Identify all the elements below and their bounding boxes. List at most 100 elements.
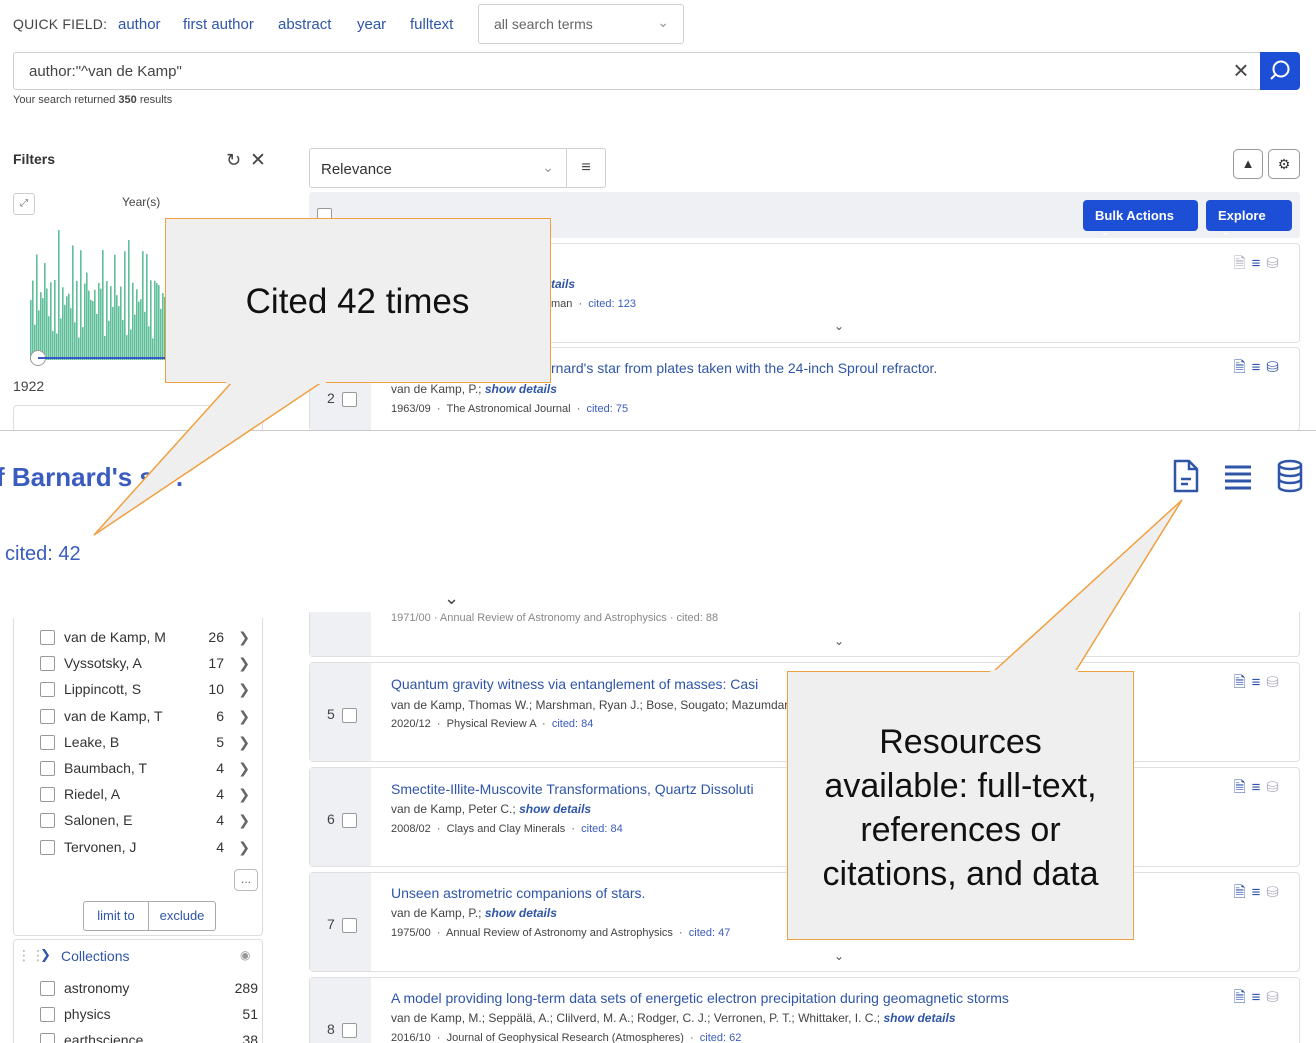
references-icon[interactable] <box>1223 462 1253 490</box>
chevron-right-icon[interactable]: ❯ <box>238 681 250 698</box>
data-icon[interactable]: ⛁ <box>1266 359 1285 376</box>
facet-count: 5 <box>216 733 224 750</box>
chevron-right-icon[interactable]: ❯ <box>238 629 250 646</box>
quick-field-year[interactable]: year <box>357 16 386 33</box>
full-text-icon[interactable]: 🗎 <box>1234 359 1252 376</box>
quick-field-label: QUICK FIELD: <box>13 16 108 32</box>
result-checkbox[interactable] <box>341 812 357 828</box>
facet-checkbox[interactable] <box>40 1033 55 1043</box>
limit-to-button[interactable]: limit to <box>83 901 149 931</box>
facet-checkbox[interactable] <box>40 813 55 829</box>
result-title[interactable]: rnard's star from plates taken with the … <box>551 360 937 376</box>
search-input[interactable]: author:"^van de Kamp" <box>13 52 1260 90</box>
sort-direction-button[interactable]: ≡ <box>566 148 606 188</box>
expand-chevron-icon[interactable]: ⌄ <box>834 634 844 648</box>
chevron-right-icon[interactable]: ❯ <box>238 812 250 829</box>
year-histogram[interactable] <box>30 225 170 360</box>
quick-field-first-author[interactable]: first author <box>183 16 254 33</box>
facet-checkbox[interactable] <box>40 1007 55 1022</box>
result-checkbox[interactable] <box>341 917 357 933</box>
facet-checkbox[interactable] <box>40 708 55 724</box>
full-text-icon[interactable] <box>1172 459 1200 493</box>
facet-checkbox[interactable] <box>40 656 55 672</box>
eye-icon[interactable]: ◉ <box>240 948 250 962</box>
citation-count[interactable]: cited: 123 <box>588 298 636 310</box>
full-text-icon[interactable]: 🗎 <box>1234 989 1252 1006</box>
chevron-right-icon[interactable]: ❯ <box>238 786 250 803</box>
facet-checkbox[interactable] <box>40 839 55 855</box>
show-details-link[interactable]: show details <box>485 382 557 396</box>
histogram-bar <box>70 308 72 360</box>
show-details-link[interactable]: tails <box>551 277 575 291</box>
settings-button[interactable]: ⚙ <box>1268 149 1300 179</box>
references-icon[interactable]: ≡ <box>1252 779 1267 796</box>
citation-count[interactable]: cited: 62 <box>700 1032 742 1043</box>
show-details-link[interactable]: show details <box>485 906 557 920</box>
result-checkbox[interactable] <box>341 707 357 723</box>
chevron-right-icon[interactable]: ❯ <box>238 708 250 725</box>
zoomed-result-title[interactable]: f Barnard's s. <box>0 462 183 493</box>
chevron-right-icon[interactable]: ❯ <box>238 655 250 672</box>
result-title[interactable]: A model providing long-term data sets of… <box>391 990 1009 1006</box>
expand-chevron-icon[interactable]: ⌄ <box>834 949 844 963</box>
citation-count[interactable]: cited: 75 <box>586 403 628 415</box>
data-icon[interactable]: ⛁ <box>1266 779 1285 796</box>
data-icon[interactable] <box>1276 459 1304 493</box>
references-icon[interactable]: ≡ <box>1252 884 1267 901</box>
chevron-right-icon[interactable]: ❯ <box>238 760 250 777</box>
facet-checkbox[interactable] <box>40 761 55 776</box>
more-button[interactable]: ... <box>234 869 258 891</box>
clear-search-icon[interactable]: × <box>1226 56 1256 86</box>
facet-checkbox[interactable] <box>40 734 55 750</box>
references-icon[interactable]: ≡ <box>1252 255 1267 272</box>
citation-count[interactable]: cited: 47 <box>689 927 731 939</box>
data-icon[interactable]: ⛁ <box>1266 884 1285 901</box>
chevron-down-icon[interactable]: ❯ <box>40 947 51 963</box>
result-title[interactable]: Smectite-Illite-Muscovite Transformation… <box>391 781 754 797</box>
full-text-icon[interactable]: 🗎 <box>1234 674 1252 691</box>
resource-icons: 🗎≡⛁ <box>1234 882 1285 907</box>
chevron-right-icon[interactable]: ❯ <box>238 734 250 751</box>
expand-chevron-icon[interactable]: ⌄ <box>834 319 844 333</box>
result-title[interactable]: Unseen astrometric companions of stars. <box>391 885 645 901</box>
bulk-actions-button[interactable]: Bulk Actions ⌄ <box>1083 200 1198 238</box>
show-details-link[interactable]: show details <box>519 802 591 816</box>
full-text-icon[interactable]: 🗎 <box>1234 884 1252 901</box>
expand-chevron-icon[interactable]: ⌄ <box>444 588 459 609</box>
result-title[interactable]: Quantum gravity witness via entanglement… <box>391 676 758 692</box>
references-icon[interactable]: ≡ <box>1252 359 1267 376</box>
data-icon[interactable]: ⛁ <box>1266 255 1285 272</box>
references-icon[interactable]: ≡ <box>1252 989 1267 1006</box>
quick-field-fulltext[interactable]: fulltext <box>410 16 453 33</box>
facet-checkbox[interactable] <box>40 981 55 996</box>
year-slider-track[interactable] <box>38 357 168 359</box>
show-details-link[interactable]: show details <box>883 1011 955 1025</box>
expand-icon[interactable]: ⤢ <box>13 193 35 215</box>
quick-field-abstract[interactable]: abstract <box>278 16 331 33</box>
sort-select[interactable]: Relevance ⌄ <box>309 148 567 188</box>
data-icon[interactable]: ⛁ <box>1266 989 1285 1006</box>
data-icon[interactable]: ⛁ <box>1266 674 1285 691</box>
search-terms-select[interactable]: all search terms ⌄ <box>478 4 684 44</box>
full-text-icon[interactable]: 🗎 <box>1234 255 1252 272</box>
result-checkbox[interactable] <box>341 391 357 407</box>
close-icon[interactable]: ✕ <box>250 149 266 172</box>
citation-count[interactable]: cited: 84 <box>581 823 623 835</box>
explore-button[interactable]: Explore ⌄ <box>1206 200 1292 238</box>
notification-button[interactable]: ▲ <box>1233 149 1263 179</box>
zoomed-citation-count[interactable]: cited: 42 <box>5 543 81 566</box>
result-checkbox[interactable] <box>341 1022 357 1038</box>
chevron-right-icon[interactable]: ❯ <box>238 839 250 856</box>
refresh-icon[interactable]: ↻ <box>226 150 241 171</box>
search-button[interactable] <box>1260 52 1300 90</box>
full-text-icon[interactable]: 🗎 <box>1234 779 1252 796</box>
collections-title[interactable]: Collections <box>61 948 129 964</box>
quick-field-author[interactable]: author <box>118 16 161 33</box>
references-icon[interactable]: ≡ <box>1252 674 1267 691</box>
citation-count[interactable]: cited: 84 <box>552 718 594 730</box>
exclude-button[interactable]: exclude <box>148 901 216 931</box>
facet-checkbox[interactable] <box>40 787 55 803</box>
facet-checkbox[interactable] <box>40 682 55 698</box>
facet-checkbox[interactable] <box>40 630 55 645</box>
facet-label: Riedel, A <box>64 786 121 803</box>
